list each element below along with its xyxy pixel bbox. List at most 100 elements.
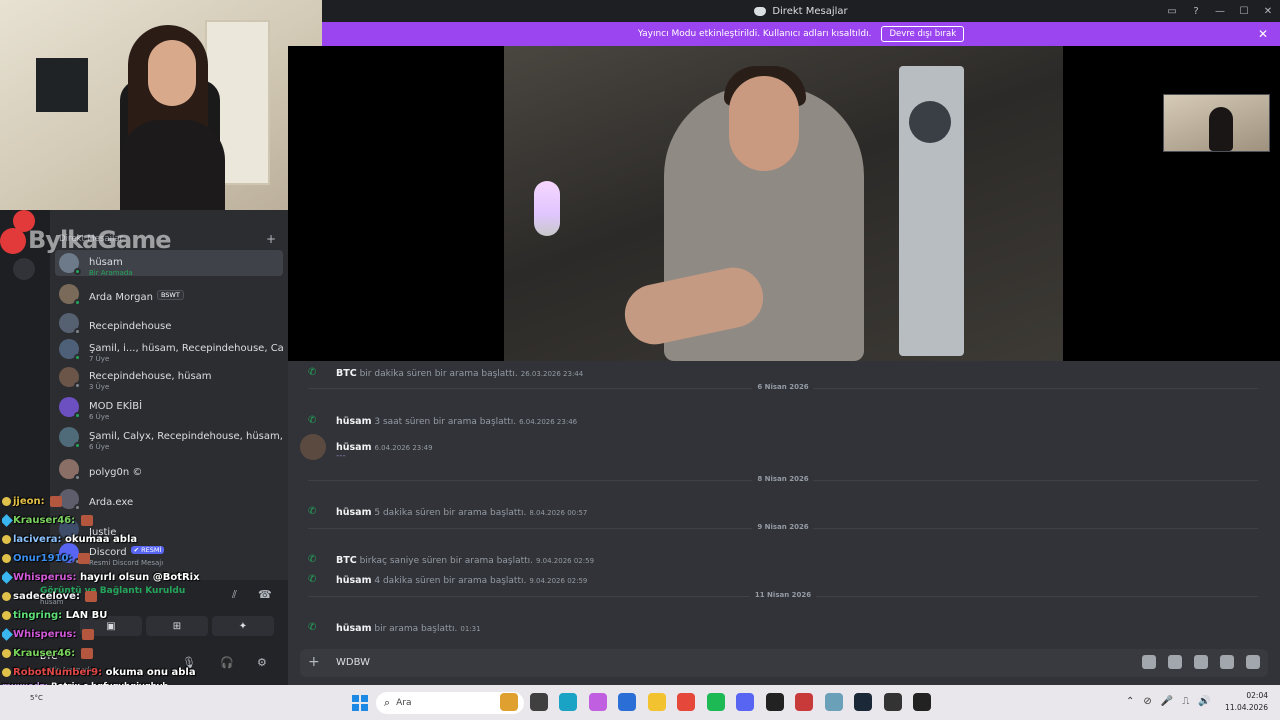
tv-image (36, 58, 88, 112)
discover-icon[interactable] (13, 258, 35, 280)
gif-icon[interactable] (1168, 655, 1182, 669)
call-video-area (288, 46, 1280, 361)
close-button[interactable]: ✕ (1256, 6, 1280, 17)
weather-widget[interactable]: 5°C (30, 694, 43, 702)
github-app-icon[interactable] (765, 693, 784, 711)
notes-app-icon[interactable] (529, 693, 548, 711)
gift-icon[interactable] (1142, 655, 1156, 669)
avatar[interactable] (300, 434, 326, 460)
start-button[interactable] (352, 695, 368, 711)
author-name[interactable]: hüsam (336, 623, 372, 634)
soundboard-button[interactable]: ✦ (212, 616, 274, 636)
message-input[interactable]: WDBW (336, 657, 370, 668)
display-icon[interactable]: ⎍ (1182, 696, 1189, 707)
dm-name: polyg0n © (89, 466, 143, 478)
tray-overflow-icon[interactable]: ⌃ (1126, 696, 1134, 707)
dm-text: Justie (89, 520, 116, 539)
dm-item[interactable]: Recepindehouse (55, 310, 283, 336)
discord-app-icon[interactable] (736, 693, 754, 711)
settings-icon[interactable]: ⚙ (257, 656, 267, 669)
edge-app-icon[interactable] (559, 693, 577, 711)
help-icon[interactable]: ? (1184, 6, 1208, 17)
self-video-preview[interactable] (1163, 94, 1270, 152)
deafen-icon[interactable]: 🎧 (220, 656, 234, 669)
caller-face (729, 76, 799, 171)
minimize-button[interactable]: — (1208, 6, 1232, 17)
call-log-row[interactable]: ✆ BTC birkaç saniye süren bir arama başla… (288, 550, 1280, 570)
dm-text: Recepindehouse, hüsam 3 Üye (89, 364, 212, 391)
mute-icon[interactable]: 🎙 (182, 656, 196, 669)
network-off-icon[interactable]: ⊘ (1143, 696, 1151, 707)
dm-item[interactable]: Şamil, i..., hüsam, Recepindehouse, Caly… (55, 336, 283, 363)
call-log-row[interactable]: ✆ hüsam 4 dakika süren bir arama başlattı… (288, 570, 1280, 590)
timestamp: 26.03.2026 23:44 (520, 369, 584, 378)
dm-item[interactable]: Discord ✔ RESMİ Resmi Discord Mesajı (55, 540, 283, 567)
author-name[interactable]: hüsam (336, 575, 372, 586)
call-log-row[interactable]: ✆ BTC bir dakika süren bir arama başlattı… (288, 363, 1280, 383)
dm-item[interactable]: polyg0n © (55, 456, 283, 482)
store-app-icon[interactable] (618, 693, 636, 711)
dm-item[interactable]: MOD EKİBİ 6 Üye (55, 394, 283, 421)
dm-name-row: polyg0n © (89, 460, 142, 479)
call-text: 4 dakika süren bir arama başlattı. (374, 575, 527, 586)
taskbar-clock[interactable]: 02:04 11.04.2026 (1225, 690, 1268, 714)
microphone-icon[interactable]: 🎤 (1161, 696, 1173, 707)
search-placeholder: Ara (396, 698, 412, 708)
avatar (59, 489, 81, 511)
message-content: --- (336, 451, 346, 461)
dm-name-row: Şamil, i..., hüsam, Recepindehouse, Caly… (89, 336, 283, 355)
disconnect-icon[interactable]: ☎ (258, 588, 272, 601)
emoji-icon[interactable] (1220, 655, 1234, 669)
volume-icon[interactable]: 🔊 (1198, 696, 1210, 707)
add-dm-icon[interactable]: + (266, 232, 276, 246)
activities-button[interactable]: ⊞ (146, 616, 208, 636)
dm-item[interactable]: Arda Morgan BSWT (55, 281, 283, 307)
dm-item[interactable]: Recepindehouse, hüsam 3 Üye (55, 364, 283, 391)
call-log-row[interactable]: ✆ hüsam 5 dakika süren bir arama başlattı… (288, 502, 1280, 522)
dm-name: MOD EKİBİ (89, 400, 143, 412)
message-body: hüsam bir arama başlattı. 01:31 (336, 623, 481, 634)
settings-app-icon[interactable] (824, 693, 843, 711)
disable-streamer-mode-button[interactable]: Devre dışı bırak (881, 26, 965, 42)
attach-icon[interactable]: + (308, 654, 320, 670)
call-text: 3 saat süren bir arama başlattı. (374, 416, 517, 427)
dm-item[interactable]: Justie (55, 516, 283, 542)
author-name[interactable]: hüsam (336, 416, 372, 427)
obs-app-icon[interactable] (883, 693, 902, 711)
copilot-app-icon[interactable] (588, 693, 607, 711)
streamlabs-app-icon[interactable] (795, 693, 813, 711)
main-video-stream[interactable] (504, 46, 1063, 361)
date-divider: 6 Nisan 2026 (308, 383, 1258, 391)
spotify-app-icon[interactable] (706, 693, 725, 711)
steam-app-icon[interactable] (854, 693, 872, 711)
media-app-icon[interactable] (913, 693, 931, 711)
call-text: bir dakika süren bir arama başlattı. (359, 368, 518, 379)
explorer-app-icon[interactable] (647, 693, 666, 711)
tasks-app-icon[interactable] (500, 693, 518, 711)
author-name[interactable]: BTC (336, 555, 357, 566)
call-log-row[interactable]: ✆ hüsam bir arama başlattı. 01:31 (288, 618, 1280, 638)
noise-suppression-icon[interactable]: ⫽ (232, 588, 237, 602)
dm-item[interactable]: Şamil, Calyx, Recepindehouse, hüsam, u..… (55, 424, 283, 451)
phone-icon: ✆ (308, 506, 317, 517)
maximize-button[interactable]: ☐ (1232, 6, 1256, 17)
composer-box: + WDBW (300, 649, 1268, 677)
dm-item[interactable]: Arda.exe (55, 486, 283, 512)
avatar (59, 459, 81, 481)
screen-share-button[interactable]: ▣ (80, 616, 142, 636)
timestamp: 6.04.2026 23:46 (519, 417, 578, 426)
sticker-icon[interactable] (1194, 655, 1208, 669)
dm-name-row: Justie (89, 520, 116, 539)
banner-close-icon[interactable]: ✕ (1258, 27, 1268, 41)
author-name[interactable]: hüsam (336, 507, 372, 518)
screen-share-icon[interactable]: ▭ (1160, 6, 1184, 17)
call-log-row[interactable]: ✆ hüsam 3 saat süren bir arama başlattı. 6… (288, 411, 1280, 431)
apps-icon[interactable] (1246, 655, 1260, 669)
message-row[interactable]: hüsam 6.04.2026 23:49 (288, 434, 1280, 460)
dm-name: Arda Morgan (89, 291, 153, 303)
status-indicator (74, 354, 81, 361)
streamer-mode-banner: Yayıncı Modu etkinleştirildi. Kullanıcı … (322, 22, 1280, 46)
author-name[interactable]: BTC (336, 368, 357, 379)
chrome-app-icon[interactable] (677, 693, 695, 711)
window-title: Direkt Mesajlar (772, 5, 848, 17)
